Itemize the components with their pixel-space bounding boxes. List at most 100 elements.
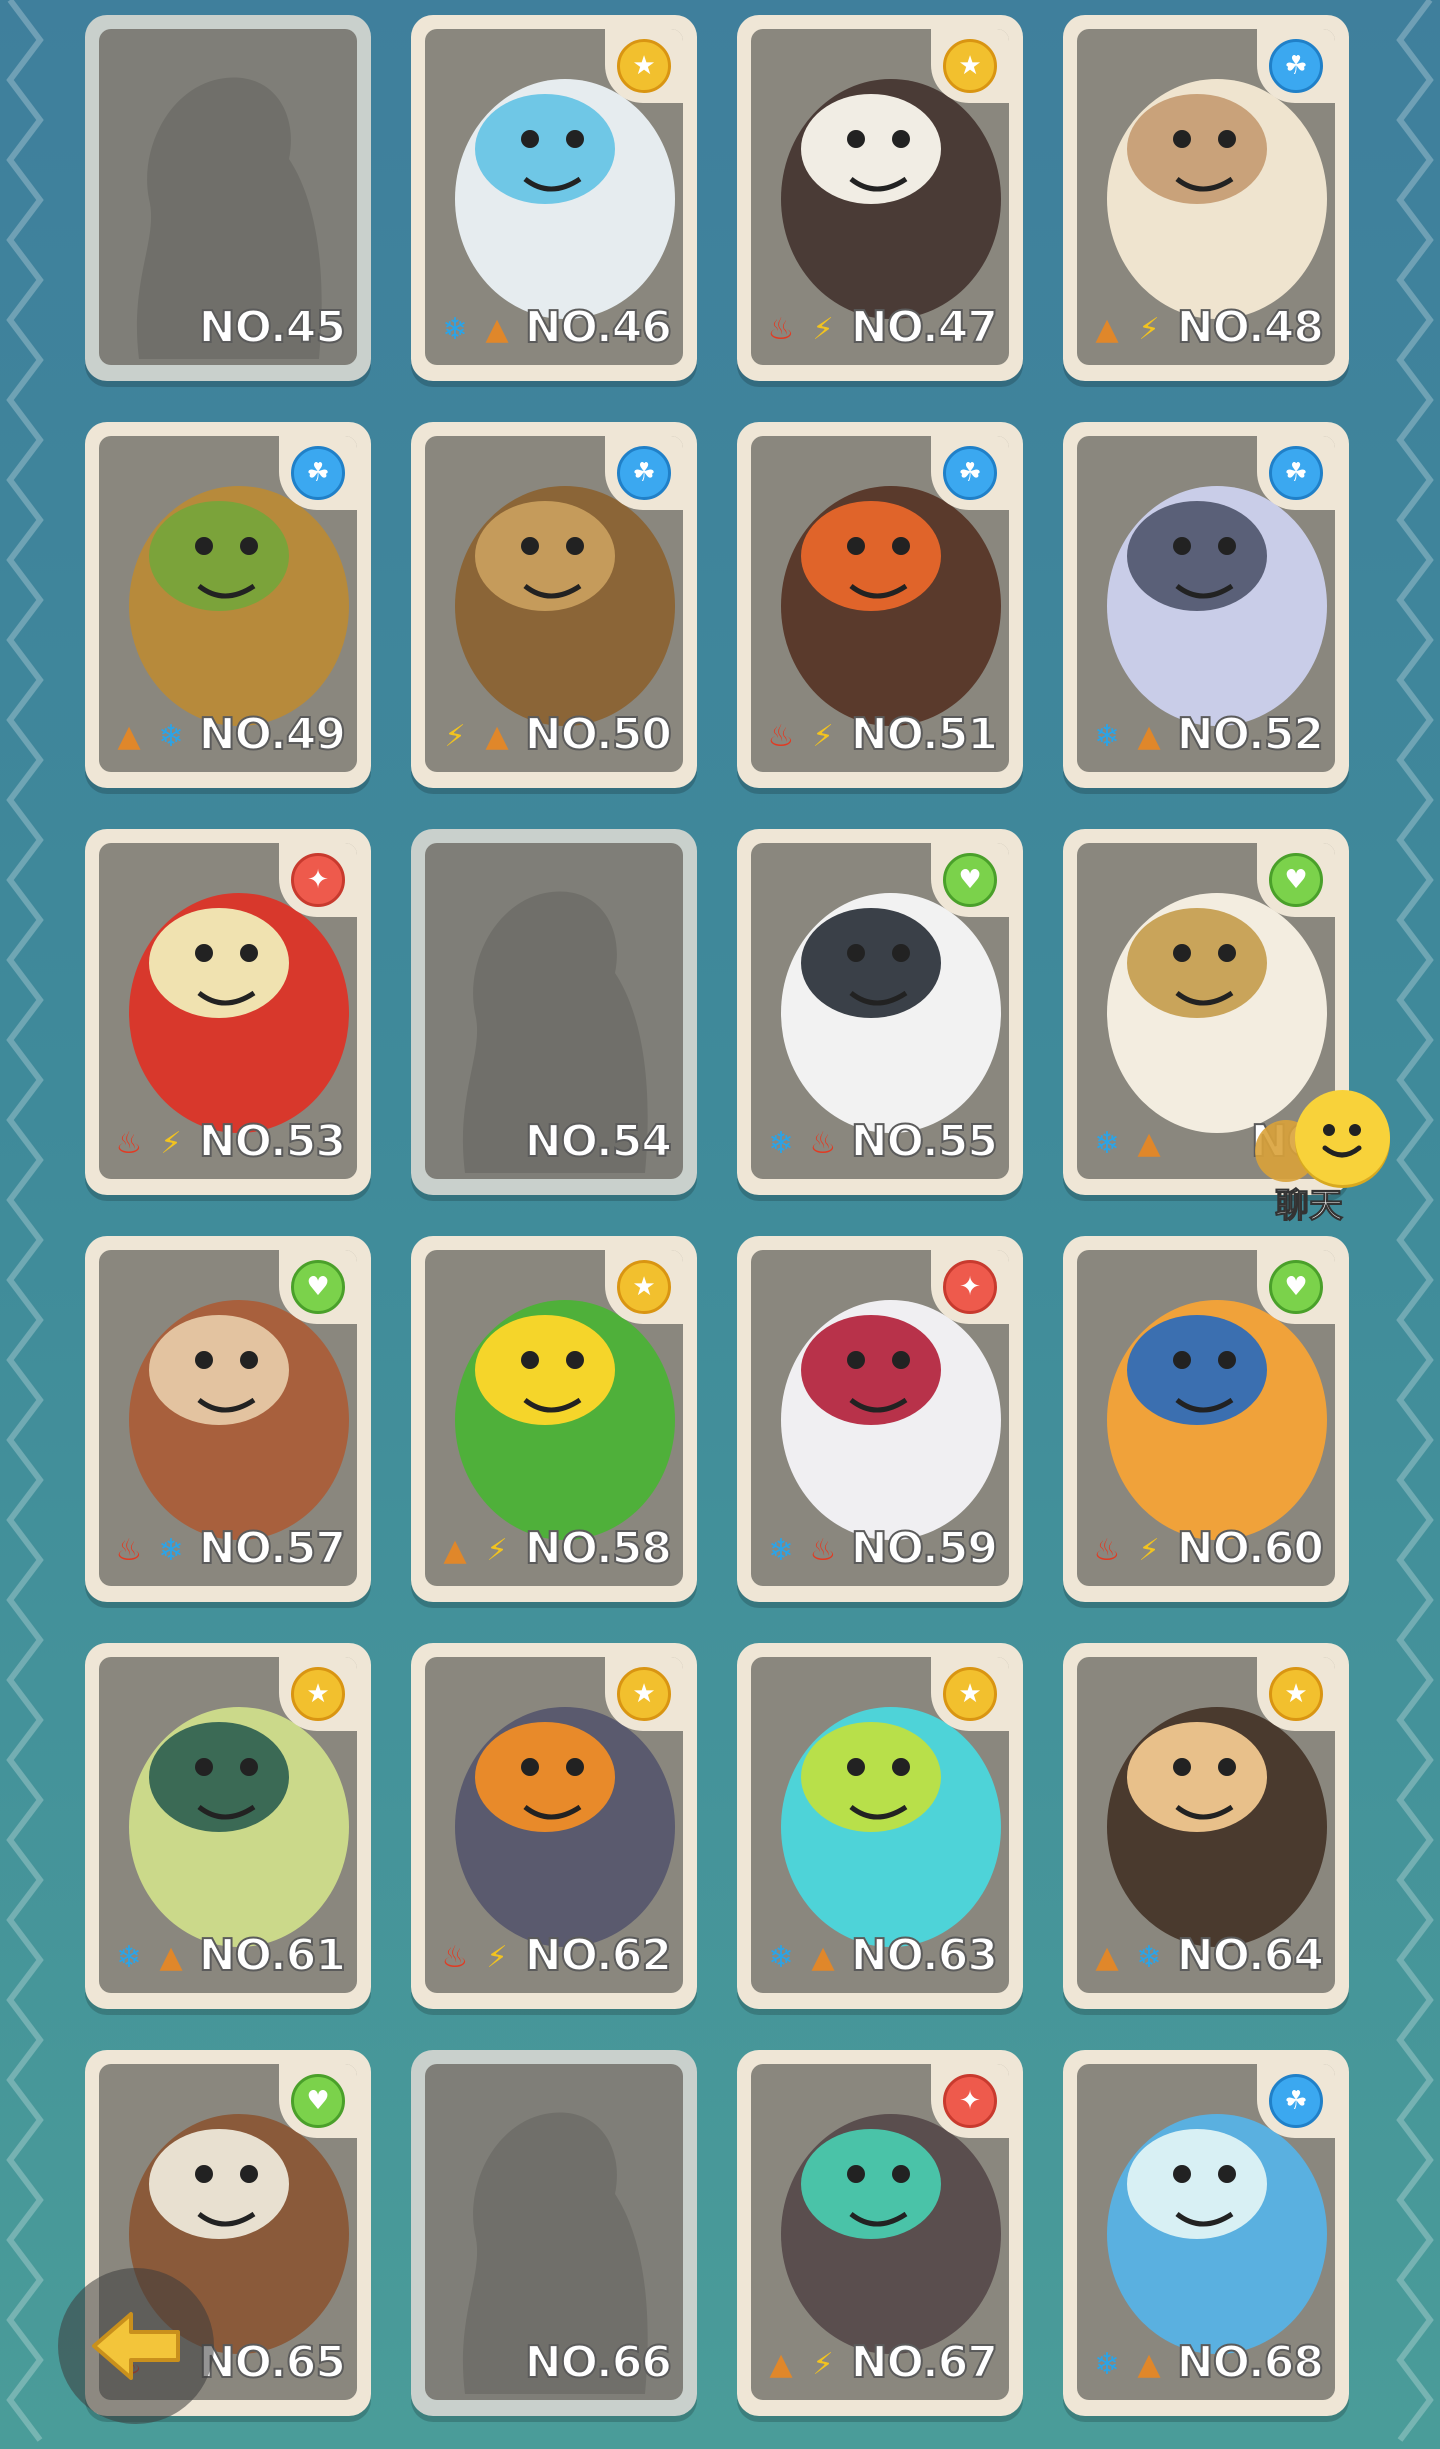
ice-element-icon: ❄ [1094, 1126, 1120, 1161]
gold-rarity-icon: ★ [943, 1667, 997, 1721]
rarity-badge: ★ [605, 1250, 683, 1324]
creature-number: NO.57 [198, 1522, 347, 1575]
creature-portrait: ✦ ▲ ⚡ NO.67 [751, 2064, 1009, 2400]
creature-number: NO.58 [524, 1522, 673, 1575]
creature-portrait: ★ ♨ ⚡ NO.62 [425, 1657, 683, 1993]
fire-element-icon: ♨ [115, 1126, 143, 1161]
creature-portrait: ♥ ♨ ⚡ NO.60 [1077, 1250, 1335, 1586]
creature-portrait: ☘ ❄ ▲ NO.52 [1077, 436, 1335, 772]
rarity-badge: ♥ [279, 1250, 357, 1324]
creature-portrait: ✦ ♨ ⚡ NO.53 [99, 843, 357, 1179]
creature-card[interactable]: ☘ ▲ ❄ NO.49 [85, 422, 371, 788]
creature-portrait: ☘ ♨ ⚡ NO.51 [751, 436, 1009, 772]
ice-element-icon: ❄ [158, 719, 184, 754]
creature-card[interactable]: ★ ♨ ⚡ NO.47 [737, 15, 1023, 381]
creature-portrait: NO.45 [99, 29, 357, 365]
creature-card[interactable]: ★ ▲ ❄ NO.64 [1063, 1643, 1349, 2009]
creature-portrait: ☘ ⚡ ▲ NO.50 [425, 436, 683, 772]
smiley-face-icon [1295, 1090, 1390, 1185]
creature-number: NO.52 [1176, 708, 1325, 761]
creature-number: NO.55 [850, 1115, 999, 1168]
creature-card[interactable]: ✦ ♨ ⚡ NO.53 [85, 829, 371, 1195]
creature-card[interactable]: ★ ❄ ▲ NO.61 [85, 1643, 371, 2009]
creature-card[interactable]: ★ ♨ ⚡ NO.62 [411, 1643, 697, 2009]
creature-portrait: ☘ ▲ ❄ NO.49 [99, 436, 357, 772]
creature-card[interactable]: ☘ ▲ ⚡ NO.48 [1063, 15, 1349, 381]
gold-rarity-icon: ★ [617, 39, 671, 93]
gold-rarity-icon: ★ [1269, 1667, 1323, 1721]
rarity-badge: ★ [931, 29, 1009, 103]
creature-number: NO.65 [198, 2336, 347, 2389]
elec-element-icon: ⚡ [812, 2347, 834, 2382]
creature-portrait: ★ ♨ ⚡ NO.47 [751, 29, 1009, 365]
earth-element-icon: ▲ [769, 2347, 793, 2382]
creature-number: NO.61 [198, 1929, 347, 1982]
earth-element-icon: ▲ [1137, 1126, 1161, 1161]
creature-portrait: ♥ ♨ ❄ NO.57 [99, 1250, 357, 1586]
elec-element-icon: ⚡ [486, 1940, 508, 1975]
creature-number: NO.64 [1176, 1929, 1325, 1982]
creature-card[interactable]: ★ ❄ ▲ NO.46 [411, 15, 697, 381]
rarity-badge: ☘ [931, 436, 1009, 510]
creature-card[interactable]: ☘ ❄ ▲ NO.52 [1063, 422, 1349, 788]
gold-rarity-icon: ★ [617, 1667, 671, 1721]
creature-card[interactable]: ♥ ❄ ♨ NO.55 [737, 829, 1023, 1195]
creature-card[interactable]: NO.45 [85, 15, 371, 381]
creature-card[interactable]: NO.54 [411, 829, 697, 1195]
fire-element-icon: ♨ [767, 719, 795, 754]
creature-portrait: ♥ ❄ ♨ NO.55 [751, 843, 1009, 1179]
background-chevron-pattern-left [6, 0, 44, 2442]
back-arrow-icon [92, 2312, 180, 2380]
ice-element-icon: ❄ [116, 1940, 142, 1975]
creature-card[interactable]: ✦ ▲ ⚡ NO.67 [737, 2050, 1023, 2416]
blue-rarity-icon: ☘ [1269, 39, 1323, 93]
creature-card[interactable]: ☘ ⚡ ▲ NO.50 [411, 422, 697, 788]
gold-rarity-icon: ★ [943, 39, 997, 93]
green-rarity-icon: ♥ [1269, 853, 1323, 907]
fire-element-icon: ♨ [809, 1533, 837, 1568]
rarity-badge: ♥ [931, 843, 1009, 917]
creature-number: NO.60 [1176, 1522, 1325, 1575]
creature-number: NO.66 [524, 2336, 673, 2389]
back-button[interactable] [58, 2268, 214, 2424]
creature-number: NO.47 [850, 301, 999, 354]
creature-card[interactable]: NO.66 [411, 2050, 697, 2416]
creature-portrait: ★ ❄ ▲ NO.63 [751, 1657, 1009, 1993]
chat-button[interactable]: 聊天 [1255, 1090, 1405, 1227]
creature-card[interactable]: ♥ ♨ ⚡ NO.60 [1063, 1236, 1349, 1602]
ice-element-icon: ❄ [768, 1533, 794, 1568]
blue-rarity-icon: ☘ [1269, 2074, 1323, 2128]
rarity-badge: ☘ [1257, 436, 1335, 510]
ice-element-icon: ❄ [768, 1940, 794, 1975]
creature-number: NO.67 [850, 2336, 999, 2389]
ice-element-icon: ❄ [768, 1126, 794, 1161]
creature-card[interactable]: ☘ ♨ ⚡ NO.51 [737, 422, 1023, 788]
rarity-badge: ☘ [279, 436, 357, 510]
creature-card[interactable]: ✦ ❄ ♨ NO.59 [737, 1236, 1023, 1602]
elec-element-icon: ⚡ [812, 312, 834, 347]
green-rarity-icon: ♥ [1269, 1260, 1323, 1314]
creature-number: NO.45 [198, 301, 347, 354]
green-rarity-icon: ♥ [943, 853, 997, 907]
red-rarity-icon: ✦ [943, 1260, 997, 1314]
creature-card[interactable]: ☘ ❄ ▲ NO.68 [1063, 2050, 1349, 2416]
earth-element-icon: ▲ [1137, 2347, 1161, 2382]
earth-element-icon: ▲ [117, 719, 141, 754]
ice-element-icon: ❄ [442, 312, 468, 347]
creature-number: NO.59 [850, 1522, 999, 1575]
creature-portrait: ★ ▲ ❄ NO.64 [1077, 1657, 1335, 1993]
creature-card[interactable]: ★ ▲ ⚡ NO.58 [411, 1236, 697, 1602]
blue-rarity-icon: ☘ [617, 446, 671, 500]
earth-element-icon: ▲ [1137, 719, 1161, 754]
creature-card[interactable]: ★ ❄ ▲ NO.63 [737, 1643, 1023, 2009]
rarity-badge: ★ [1257, 1657, 1335, 1731]
fire-element-icon: ♨ [767, 312, 795, 347]
creature-portrait: NO.66 [425, 2064, 683, 2400]
fire-element-icon: ♨ [1093, 1533, 1121, 1568]
rarity-badge: ♥ [1257, 1250, 1335, 1324]
creature-card[interactable]: ♥ ♨ ❄ NO.57 [85, 1236, 371, 1602]
fire-element-icon: ♨ [809, 1126, 837, 1161]
creature-number: NO.49 [198, 708, 347, 761]
fire-element-icon: ♨ [115, 1533, 143, 1568]
green-rarity-icon: ♥ [291, 2074, 345, 2128]
